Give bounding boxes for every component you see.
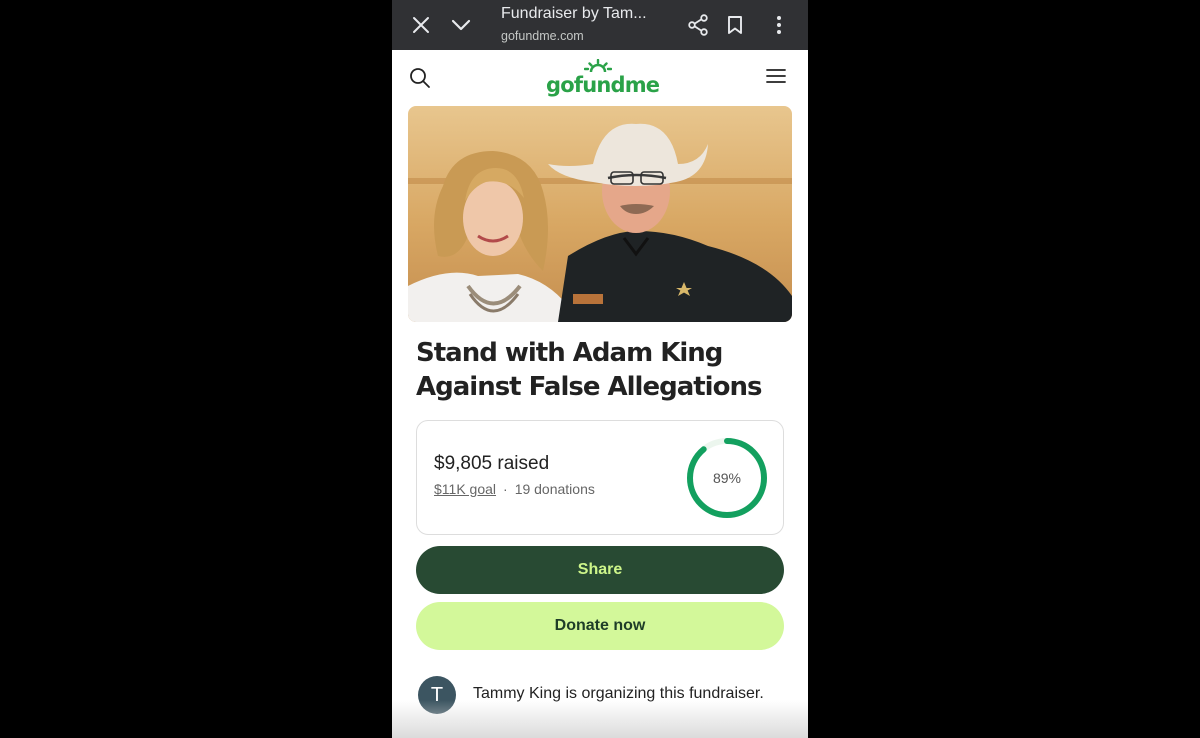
page-url: gofundme.com: [501, 29, 584, 43]
donate-now-button[interactable]: Donate now: [416, 602, 784, 650]
campaign-photo: [408, 106, 792, 322]
more-vert-icon[interactable]: [765, 11, 793, 39]
share-button[interactable]: Share: [416, 546, 784, 594]
progress-card: $9,805 raised $11K goal · 19 donations 89%: [416, 420, 784, 535]
phone-screen: Fundraiser by Tam... gofundme.com gofund…: [392, 0, 808, 738]
amount-raised: $9,805 raised: [434, 453, 550, 474]
share-icon[interactable]: [684, 11, 712, 39]
logo-text: gofundme: [546, 73, 660, 97]
close-icon[interactable]: [407, 11, 435, 39]
campaign-title: Stand with Adam King Against False Alleg…: [416, 338, 762, 402]
goal-link[interactable]: $11K goal: [434, 481, 496, 497]
bottom-fade: [392, 700, 808, 738]
site-header: gofundme: [392, 50, 808, 106]
bookmark-icon[interactable]: [721, 11, 749, 39]
chevron-down-icon[interactable]: [447, 11, 475, 39]
browser-toolbar: Fundraiser by Tam... gofundme.com: [392, 0, 808, 50]
search-icon[interactable]: [408, 66, 434, 92]
goal-meta: $11K goal · 19 donations: [434, 481, 595, 497]
tab-title: Fundraiser by Tam...: [501, 5, 647, 22]
meta-separator: ·: [503, 481, 508, 497]
donation-count: 19 donations: [514, 481, 595, 497]
hamburger-menu-icon[interactable]: [766, 68, 792, 90]
progress-percent: 89%: [712, 470, 742, 486]
logo-sun-icon: [584, 59, 612, 73]
gofundme-logo[interactable]: gofundme: [546, 59, 660, 97]
tab-info[interactable]: Fundraiser by Tam... gofundme.com: [501, 4, 671, 45]
